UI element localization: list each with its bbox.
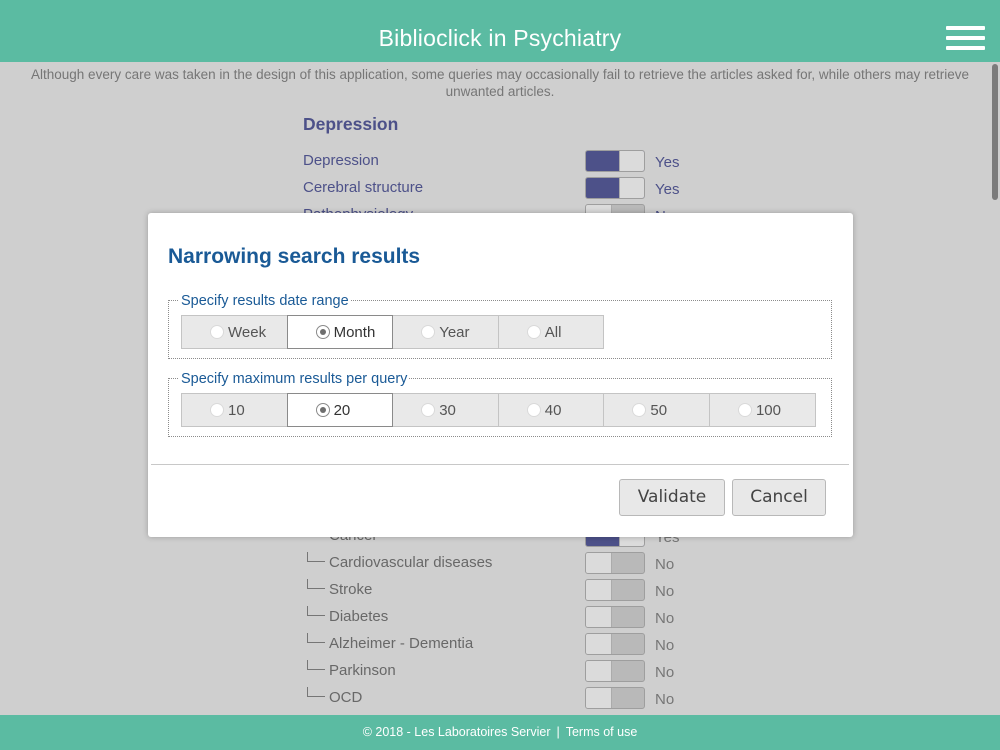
option-label: 30 — [439, 402, 456, 419]
radio-icon — [421, 325, 436, 339]
option-label: 20 — [333, 402, 351, 419]
app-footer: © 2018 - Les Laboratoires Servier | Terms … — [0, 715, 1000, 750]
date-option-year[interactable]: Year — [392, 315, 499, 349]
max-option-10[interactable]: 10 — [181, 393, 288, 427]
date-option-month[interactable]: Month — [286, 315, 394, 349]
cancel-button[interactable]: Cancel — [732, 479, 826, 516]
radio-icon — [526, 403, 541, 417]
radio-icon — [210, 325, 224, 339]
date-option-week[interactable]: Week — [181, 315, 288, 349]
option-label: Week — [228, 324, 267, 341]
max-results-fieldset: Specify maximum results per query 10 20 … — [168, 369, 832, 437]
dialog-title: Narrowing search results — [168, 245, 421, 268]
max-option-40[interactable]: 40 — [497, 393, 605, 427]
radio-icon — [526, 325, 541, 339]
narrow-results-dialog: Narrowing search results Specify results… — [148, 213, 853, 537]
date-range-fieldset: Specify results date range Week Month Ye… — [168, 291, 832, 359]
max-results-options: 10 20 30 40 50 100 — [181, 393, 816, 427]
max-results-legend: Specify maximum results per query — [179, 369, 410, 389]
option-label: 50 — [650, 402, 668, 419]
date-range-legend: Specify results date range — [179, 291, 351, 311]
max-option-100[interactable]: 100 — [708, 393, 816, 427]
radio-selected-icon — [315, 403, 330, 417]
option-label: Year — [439, 324, 470, 341]
max-option-30[interactable]: 30 — [392, 393, 499, 427]
terms-of-use-link[interactable]: Terms of use — [566, 725, 638, 739]
footer-text: © 2018 - Les Laboratoires Servier | Terms … — [0, 715, 1000, 750]
copyright-text: © 2018 - Les Laboratoires Servier — [362, 725, 551, 739]
radio-icon — [421, 403, 436, 417]
radio-icon — [210, 403, 224, 417]
date-option-all[interactable]: All — [497, 315, 605, 349]
dialog-divider — [151, 464, 849, 465]
radio-icon — [632, 403, 647, 417]
option-label: All — [544, 324, 562, 341]
option-label: Month — [333, 324, 376, 341]
option-label: 100 — [755, 402, 781, 419]
footer-separator: | — [556, 725, 560, 739]
max-option-50[interactable]: 50 — [603, 393, 710, 427]
radio-selected-icon — [315, 325, 330, 339]
option-label: 10 — [228, 402, 245, 419]
date-range-options: Week Month Year All — [181, 315, 605, 349]
validate-button[interactable]: Validate — [619, 479, 725, 516]
option-label: 40 — [544, 402, 562, 419]
radio-icon — [737, 403, 752, 417]
max-option-20[interactable]: 20 — [286, 393, 394, 427]
